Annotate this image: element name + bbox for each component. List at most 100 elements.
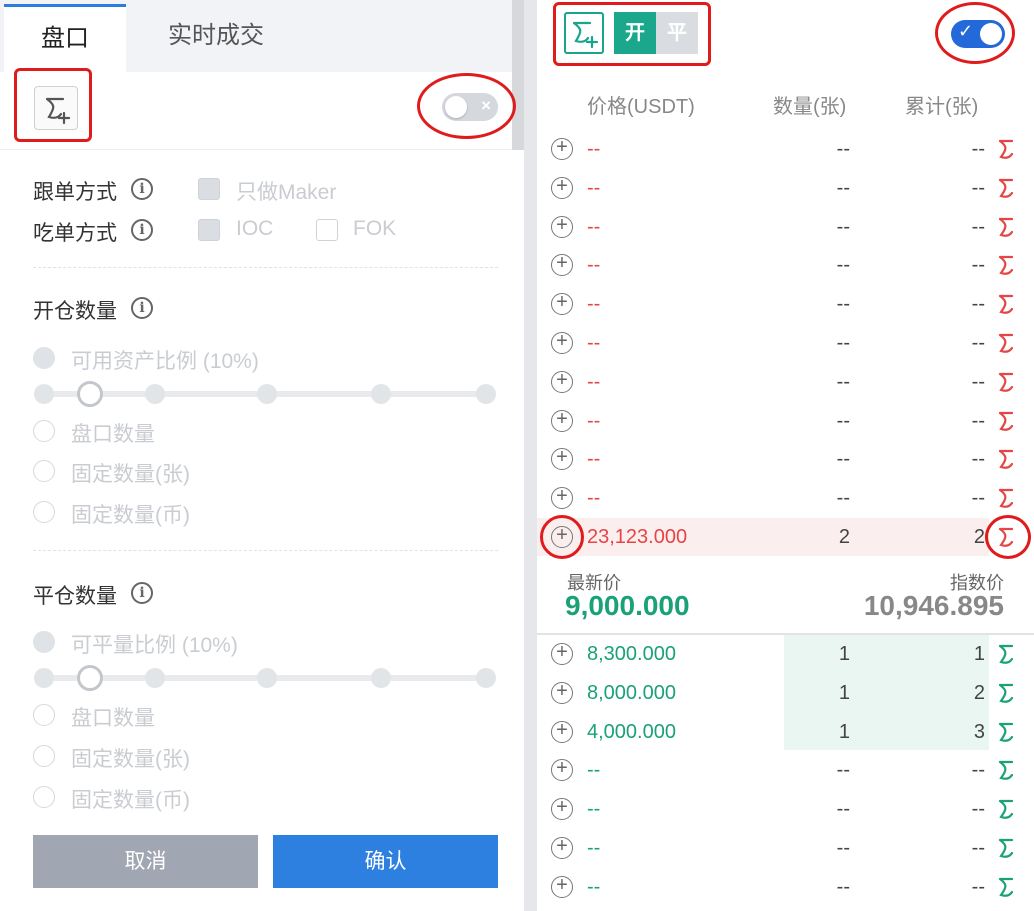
slider-mark[interactable]	[257, 668, 277, 688]
bid-row[interactable]: +4,000.000 1 3	[537, 713, 1034, 752]
follow-arrow-red-icon[interactable]	[994, 758, 1018, 782]
slider-mark[interactable]	[476, 668, 496, 688]
add-plus-icon[interactable]: +	[551, 758, 573, 782]
ask-row[interactable]: + -- -- --	[537, 130, 1034, 169]
bid-row[interactable]: + -- -- --	[537, 868, 1034, 907]
follow-arrow-green-icon[interactable]	[994, 370, 1018, 394]
slider-handle[interactable]	[77, 381, 103, 407]
bid-row[interactable]: +8,000.000 1 2	[537, 674, 1034, 713]
follow-arrow-green-icon[interactable]	[994, 176, 1018, 200]
ask-row[interactable]: + -- -- --	[537, 479, 1034, 518]
slider-mark[interactable]	[34, 668, 54, 688]
bid-price[interactable]: --	[587, 837, 600, 860]
tab-orderbook[interactable]: 盘口	[4, 4, 126, 72]
ask-price[interactable]: --	[587, 410, 600, 433]
add-plus-icon[interactable]: +	[551, 836, 573, 859]
follow-arrow-green-icon[interactable]	[994, 215, 1018, 239]
ioc-checkbox[interactable]	[198, 219, 220, 241]
follow-arrow-green-icon[interactable]	[994, 253, 1018, 277]
follow-arrow-green-icon[interactable]	[994, 486, 1018, 510]
add-plus-icon[interactable]: +	[551, 642, 573, 665]
ask-row[interactable]: + -- -- --	[537, 285, 1034, 324]
add-plus-icon[interactable]: +	[551, 176, 573, 199]
ratio-radio[interactable]	[33, 631, 55, 653]
slider-mark[interactable]	[476, 384, 496, 404]
follow-arrow-red-icon[interactable]	[994, 642, 1018, 666]
ask-row[interactable]: + -- -- --	[537, 246, 1034, 285]
follow-arrow-red-icon[interactable]	[994, 681, 1018, 705]
follow-arrow-green-icon[interactable]	[994, 447, 1018, 471]
add-plus-icon[interactable]: +	[551, 720, 573, 743]
slider-mark[interactable]	[371, 668, 391, 688]
scrollbar[interactable]	[512, 0, 524, 150]
tab-trades[interactable]: 实时成交	[126, 4, 306, 72]
slider-mark[interactable]	[145, 384, 165, 404]
ask-price[interactable]: --	[587, 293, 600, 316]
follow-arrow-green-icon[interactable]	[994, 137, 1018, 161]
ask-price[interactable]: --	[587, 332, 600, 355]
slider-mark[interactable]	[371, 384, 391, 404]
follow-arrow-red-icon[interactable]	[994, 836, 1018, 860]
follow-arrow-green-icon[interactable]	[994, 292, 1018, 316]
follow-arrow-red-icon[interactable]	[994, 875, 1018, 899]
bid-row[interactable]: + -- -- --	[537, 829, 1034, 868]
ask-row[interactable]: + -- -- --	[537, 324, 1034, 363]
follow-arrow-red-icon[interactable]	[994, 720, 1018, 744]
bid-price[interactable]: --	[587, 759, 600, 782]
fok-checkbox[interactable]	[316, 219, 338, 241]
ask-row[interactable]: + -- -- --	[537, 440, 1034, 479]
add-plus-icon[interactable]: +	[551, 370, 573, 393]
info-icon[interactable]: i	[131, 219, 153, 241]
ask-price[interactable]: --	[587, 371, 600, 394]
bid-row[interactable]: + -- -- --	[537, 790, 1034, 829]
ask-row[interactable]: + -- -- --	[537, 169, 1034, 208]
follow-arrow-red-icon[interactable]	[994, 797, 1018, 821]
ask-price[interactable]: --	[587, 487, 600, 510]
add-plus-icon[interactable]: +	[551, 253, 573, 277]
fixed-contracts-radio[interactable]	[33, 745, 55, 767]
add-plus-icon[interactable]: +	[551, 797, 573, 821]
cancel-button[interactable]: 取消	[33, 835, 258, 888]
ask-price[interactable]: --	[587, 448, 600, 471]
add-plus-icon[interactable]: +	[551, 486, 573, 510]
add-plus-icon[interactable]: +	[551, 681, 573, 704]
fixed-coin-radio[interactable]	[33, 786, 55, 808]
info-icon[interactable]: i	[131, 297, 153, 319]
book-qty-radio[interactable]	[33, 420, 55, 442]
add-plus-icon[interactable]: +	[551, 331, 573, 354]
info-icon[interactable]: i	[131, 178, 153, 200]
ask-price[interactable]: --	[587, 254, 600, 277]
ask-price[interactable]: --	[587, 177, 600, 200]
bid-row[interactable]: + -- -- --	[537, 751, 1034, 790]
add-plus-icon[interactable]: +	[551, 292, 573, 316]
fixed-coin-radio[interactable]	[33, 501, 55, 523]
fixed-contracts-radio[interactable]	[33, 460, 55, 482]
follow-arrow-green-icon[interactable]	[994, 331, 1018, 355]
ask-price[interactable]: 23,123.000	[587, 526, 687, 549]
add-plus-icon[interactable]: +	[551, 215, 573, 238]
ask-price[interactable]: --	[587, 216, 600, 239]
confirm-button[interactable]: 确认	[273, 835, 498, 888]
ratio-radio[interactable]	[33, 347, 55, 369]
book-qty-radio[interactable]	[33, 704, 55, 726]
info-icon[interactable]: i	[131, 582, 153, 604]
ask-row[interactable]: + -- -- --	[537, 208, 1034, 247]
slider-handle[interactable]	[77, 665, 103, 691]
add-plus-icon[interactable]: +	[551, 447, 573, 471]
ask-price[interactable]: --	[587, 138, 600, 161]
bid-price[interactable]: 8,300.000	[587, 643, 676, 666]
maker-only-checkbox[interactable]	[198, 178, 220, 200]
ask-row[interactable]: + -- -- --	[537, 402, 1034, 441]
slider-mark[interactable]	[145, 668, 165, 688]
add-plus-icon[interactable]: +	[551, 137, 573, 160]
ask-row[interactable]: + -- -- --	[537, 363, 1034, 402]
add-plus-icon[interactable]: +	[551, 409, 573, 432]
bid-price[interactable]: --	[587, 798, 600, 821]
bid-price[interactable]: --	[587, 876, 600, 899]
bid-price[interactable]: 4,000.000	[587, 721, 676, 744]
slider-mark[interactable]	[34, 384, 54, 404]
bid-price[interactable]: 8,000.000	[587, 682, 676, 705]
ask-row[interactable]: +23,123.000 2 2	[537, 518, 1034, 557]
bid-row[interactable]: +8,300.000 1 1	[537, 635, 1034, 674]
slider-mark[interactable]	[257, 384, 277, 404]
